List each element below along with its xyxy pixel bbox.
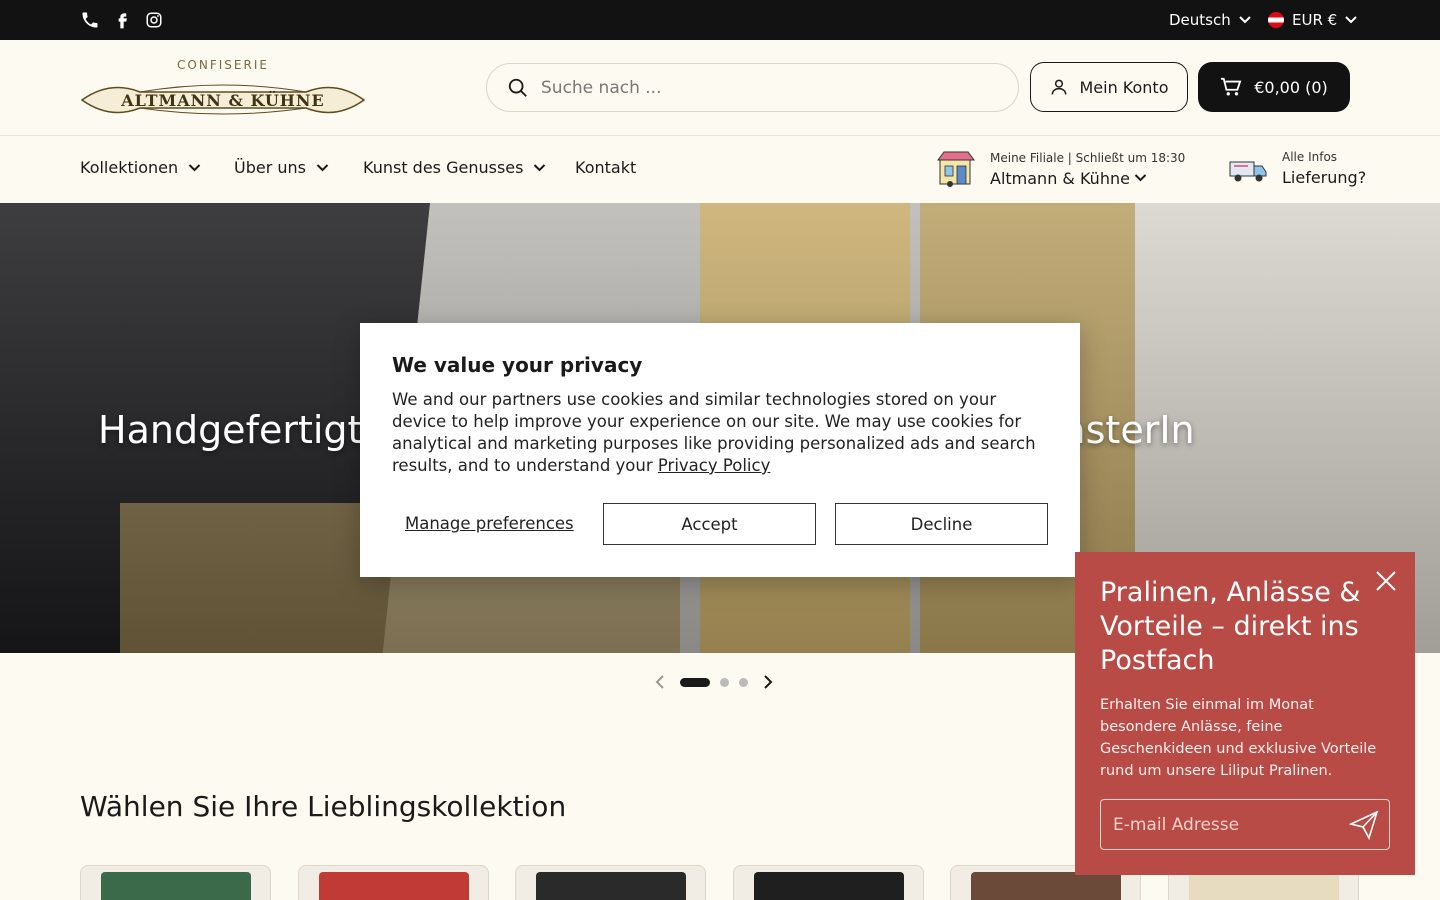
newsletter-email-field[interactable] [1100,799,1390,850]
delivery-caption: Alle Infos [1282,150,1338,164]
cart-button[interactable]: €0,00 (0) [1198,62,1350,112]
search-icon [508,78,527,97]
user-icon [1052,79,1067,95]
section-title: Wählen Sie Ihre Lieblingskollektion [80,790,567,823]
logo-banner: ALTMANN & KÜHNE [80,84,366,115]
cart-total: €0,00 (0) [1254,77,1328,97]
search-bar[interactable] [486,63,1019,112]
slider-controls [650,672,778,692]
currency-selector[interactable]: EUR € [1268,11,1357,29]
austria-flag-icon [1268,12,1284,28]
nav-item-kollektionen[interactable]: Kollektionen [80,158,201,177]
chevron-down-icon [1345,16,1357,24]
chevron-down-icon [1239,16,1251,24]
language-selector[interactable]: Deutsch [1169,11,1251,29]
newsletter-popup: Pralinen, Anlässe & Vorteile – direkt in… [1075,552,1415,875]
main-nav: Kollektionen Über uns Kunst des Genusses… [0,136,1440,203]
site-header: CONFISERIE ALTMANN & KÜHNE Mein Konto €0… [0,40,1440,136]
store-selector[interactable]: Meine Filiale | Schließt um 18:30 Altman… [936,150,1185,188]
chevron-down-icon [188,163,201,171]
top-bar: Deutsch EUR € [0,0,1440,40]
delivery-label: Lieferung? [1282,168,1367,187]
manage-preferences-link[interactable]: Manage preferences [405,514,574,533]
svg-text:ALTMANN & KÜHNE: ALTMANN & KÜHNE [120,90,324,110]
chevron-down-icon [316,163,329,171]
privacy-title: We value your privacy [392,353,643,377]
close-icon[interactable] [1375,570,1397,592]
search-input[interactable] [541,77,981,98]
social-links [80,10,164,30]
account-button[interactable]: Mein Konto [1030,62,1188,112]
collection-card[interactable] [298,865,489,900]
accept-button[interactable]: Accept [603,503,816,545]
slide-dot-2[interactable] [720,677,729,687]
nav-item-kunst-des-genusses[interactable]: Kunst des Genusses [363,158,546,177]
privacy-actions: Manage preferences Accept Decline [392,503,1048,545]
store-name: Altmann & Kühne [990,168,1130,188]
privacy-dialog: We value your privacy We and our partner… [360,323,1080,577]
send-icon[interactable] [1349,810,1379,840]
nav-label: Kunst des Genusses [363,158,524,177]
newsletter-title: Pralinen, Anlässe & Vorteile – direkt in… [1100,577,1361,676]
nav-item-ueber-uns[interactable]: Über uns [234,158,329,177]
slide-dot-1[interactable] [680,677,710,687]
newsletter-text: Erhalten Sie einmal im Monat besondere A… [1100,697,1377,779]
privacy-policy-link[interactable]: Privacy Policy [658,456,770,475]
chevron-right-icon[interactable] [758,672,778,692]
delivery-van-icon [1229,161,1267,181]
cart-icon [1221,77,1242,96]
language-label: Deutsch [1169,11,1231,29]
chevron-down-icon [534,163,546,171]
currency-label: EUR € [1292,11,1338,29]
nav-item-kontakt[interactable]: Kontakt [575,158,636,177]
chevron-left-icon[interactable] [650,672,670,692]
store-icon [937,151,975,187]
decline-button[interactable]: Decline [835,503,1048,545]
nav-label: Kontakt [575,158,637,177]
brand-logo[interactable]: CONFISERIE ALTMANN & KÜHNE [80,58,366,118]
nav-label: Kollektionen [80,158,179,177]
facebook-icon[interactable] [112,10,132,30]
collection-card[interactable] [733,865,924,900]
chevron-down-icon [1134,174,1147,182]
email-input[interactable] [1113,814,1343,835]
nav-label: Über uns [234,158,306,177]
instagram-icon[interactable] [144,10,164,30]
collection-card[interactable] [80,865,271,900]
account-label: Mein Konto [1079,77,1169,97]
phone-icon[interactable] [80,10,100,30]
collection-card[interactable] [515,865,706,900]
privacy-text: We and our partners use cookies and simi… [392,389,1048,477]
store-caption: Meine Filiale | Schließt um 18:30 [990,150,1186,165]
slide-dot-3[interactable] [739,677,748,687]
delivery-info[interactable]: Alle Infos Lieferung? [1228,150,1366,187]
